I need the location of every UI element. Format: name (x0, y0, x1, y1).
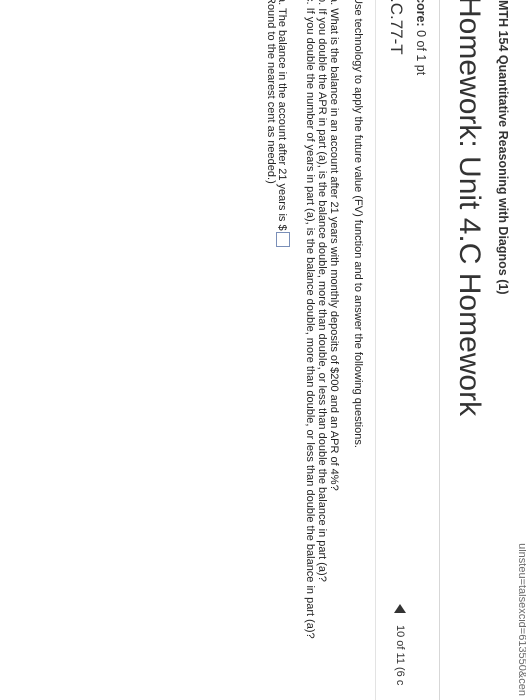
question-part-b: b. If you double the APR in part (a), is… (316, 0, 328, 582)
url-text: ulnsteu=talsexcid=613550&cen (516, 543, 526, 696)
question-nav: 10 of 11 (6 c (394, 604, 406, 685)
question-divider (375, 0, 376, 700)
score-value: 0 of 1 pt (414, 30, 428, 76)
question-position[interactable]: 10 of 11 (6 c (394, 625, 406, 685)
answer-input[interactable] (276, 231, 290, 247)
previous-question-icon[interactable] (394, 604, 406, 613)
score-label: core: (414, 0, 428, 27)
round-note: Round to the nearest cent as needed.) (265, 0, 277, 184)
header-divider (439, 0, 440, 700)
browser-url-bar[interactable]: ulnsteu=talsexcid=613550&cen (514, 0, 526, 700)
course-title: MTH 154 Quantitative Reasoning with Diag… (496, 0, 510, 295)
question-id: .C.77-T (387, 0, 406, 55)
question-intro: Use technology to apply the future value… (352, 0, 364, 448)
answer-prompt: a. The balance in the account after 21 y… (276, 0, 288, 231)
answer-line: a. The balance in the account after 21 y… (276, 0, 290, 247)
question-part-a: a. What is the balance in an account aft… (328, 0, 340, 491)
assignment-title: Homework: Unit 4.C Homework (453, 0, 486, 417)
score-display: core: 0 of 1 pt (414, 0, 428, 75)
question-part-c: c. If you double the number of years in … (304, 0, 316, 639)
homework-page: ulnsteu=talsexcid=613550&cen MTH 154 Qua… (0, 0, 526, 700)
